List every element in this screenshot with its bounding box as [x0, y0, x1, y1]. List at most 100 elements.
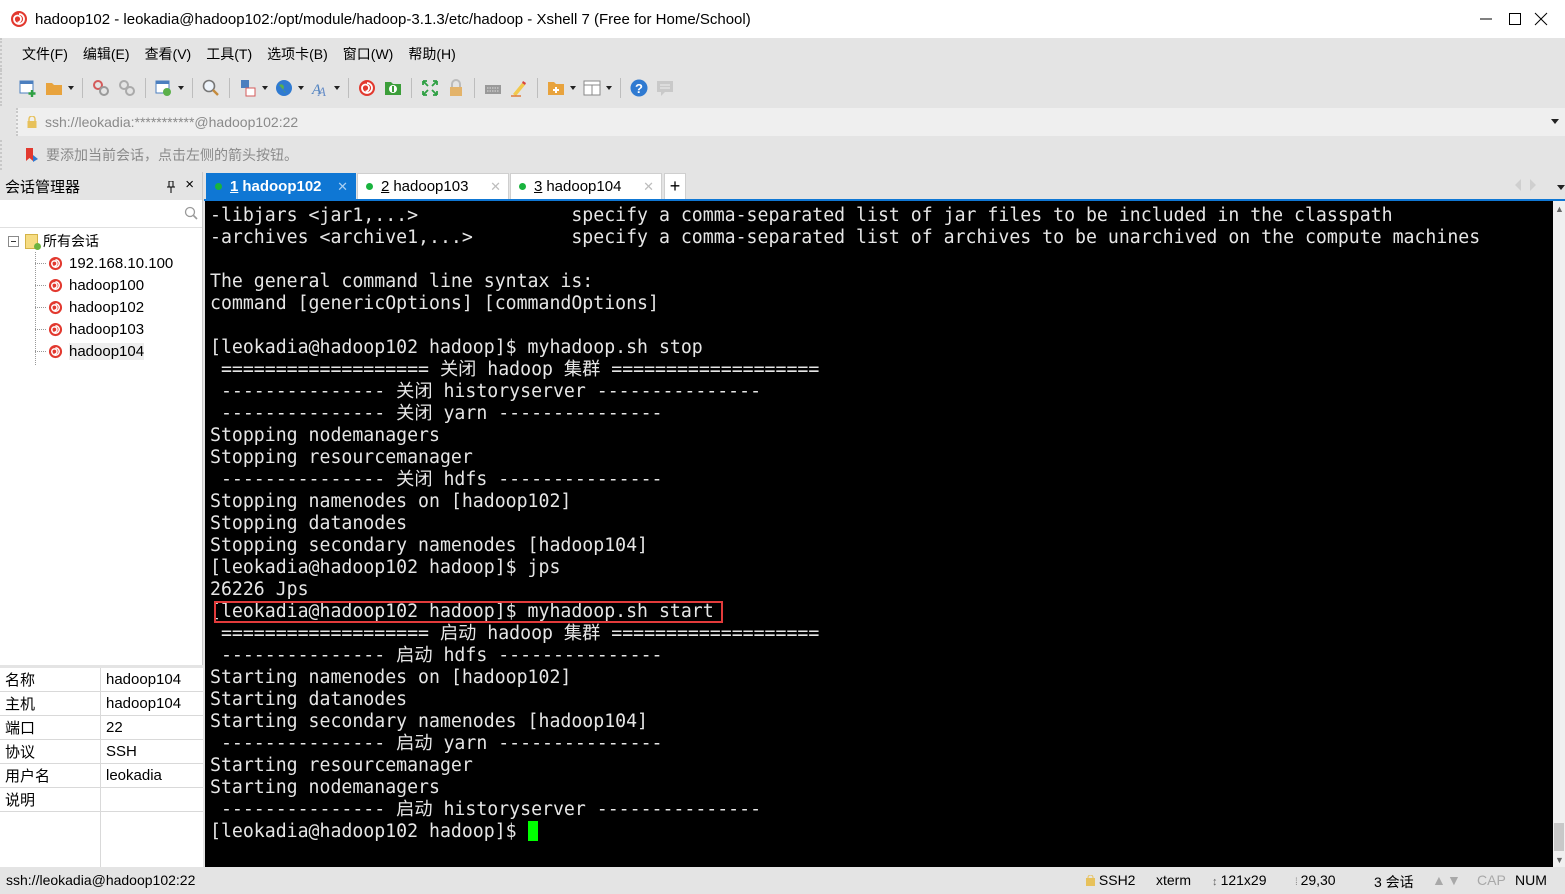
scroll-up-icon[interactable]: ▲: [1555, 204, 1564, 214]
font-button[interactable]: AA: [310, 78, 340, 98]
highlight-button[interactable]: [509, 78, 529, 98]
pin-icon[interactable]: [166, 181, 176, 193]
terminal-line: --------------- 关闭 historyserver -------…: [210, 381, 762, 402]
new-folder-icon: [548, 82, 564, 95]
status-size: ↕ 121x29: [1212, 872, 1267, 888]
transfer-button[interactable]: [238, 78, 268, 98]
session-item[interactable]: hadoop103: [0, 318, 202, 340]
property-key: 协议: [0, 740, 101, 763]
terminal-line: =================== 启动 hadoop 集群 =======…: [210, 623, 820, 644]
session-manager-close-icon[interactable]: ×: [185, 176, 194, 193]
menu-help[interactable]: 帮助(H): [408, 44, 455, 64]
status-cursor-pos: ⁞ 29,30: [1295, 872, 1336, 888]
property-row: 协议 SSH: [0, 740, 203, 764]
terminal-line: Stopping datanodes: [210, 513, 408, 534]
collapse-icon[interactable]: [8, 235, 19, 247]
tab-hadoop104[interactable]: 3 hadoop104 ✕: [510, 173, 662, 200]
folder-icon: [25, 233, 41, 250]
terminal-line: 26226 Jps: [210, 579, 309, 600]
tab-scroll-right-icon[interactable]: [1530, 179, 1536, 191]
tree-root-all-sessions[interactable]: 所有会话: [0, 230, 202, 252]
address-dropdown-icon[interactable]: [1551, 119, 1559, 124]
terminal-line: Starting secondary namenodes [hadoop104]: [210, 711, 648, 732]
session-icon: [48, 256, 63, 270]
globe-button[interactable]: [274, 78, 304, 98]
status-protocol: SSH2: [1086, 872, 1135, 888]
property-key: 主机: [0, 692, 101, 715]
session-item[interactable]: hadoop100: [0, 274, 202, 296]
session-search-input[interactable]: [0, 200, 202, 227]
xshell-button[interactable]: [357, 78, 377, 98]
status-term-type: xterm: [1156, 872, 1191, 888]
status-caps: CAP: [1477, 872, 1506, 888]
address-bar[interactable]: ssh://leokadia:***********@hadoop102:22: [16, 108, 1565, 136]
status-numlock: NUM: [1515, 872, 1547, 888]
keyboard-icon: [485, 85, 501, 94]
session-item-label: hadoop103: [69, 320, 145, 338]
status-protocol-label: SSH2: [1098, 872, 1136, 888]
terminal-line: Starting resourcemanager: [210, 755, 473, 776]
terminal-line: [leokadia@hadoop102 hadoop]$ myhadoop.sh…: [210, 337, 703, 358]
tab-close-icon[interactable]: ✕: [643, 179, 654, 195]
layout-button[interactable]: [582, 78, 612, 98]
tab-close-icon[interactable]: ✕: [337, 179, 348, 195]
session-item-selected[interactable]: hadoop104: [0, 340, 202, 362]
menu-view[interactable]: 查看(V): [145, 44, 192, 64]
search-icon[interactable]: [184, 206, 198, 220]
xftp-button[interactable]: [383, 78, 403, 98]
status-bar: ssh://leokadia@hadoop102:22 SSH2 xterm ↕…: [0, 867, 1565, 894]
terminal-line: Stopping secondary namenodes [hadoop104]: [210, 535, 648, 556]
lock-button[interactable]: [446, 78, 466, 98]
tab-scroll-left-icon[interactable]: [1515, 179, 1521, 191]
reconnect-button[interactable]: [91, 78, 111, 98]
search-icon: [202, 79, 219, 96]
terminal-line: --------------- 启动 hdfs ---------------: [210, 645, 663, 666]
scroll-down-icon[interactable]: ▼: [1555, 855, 1564, 865]
add-session-arrow-icon[interactable]: [24, 147, 40, 163]
address-value[interactable]: ssh://leokadia:***********@hadoop102:22: [45, 114, 298, 130]
menu-edit[interactable]: 编辑(E): [83, 44, 130, 64]
terminal-line: command [genericOptions] [commandOptions…: [210, 293, 659, 314]
property-key: 名称: [0, 668, 101, 691]
terminal-line: Starting namenodes on [hadoop102]: [210, 667, 572, 688]
session-item[interactable]: hadoop102: [0, 296, 202, 318]
transfer-icon: [241, 80, 256, 97]
open-button[interactable]: [44, 78, 74, 98]
close-button[interactable]: [1516, 0, 1565, 38]
keyboard-button[interactable]: [483, 78, 503, 98]
tab-hadoop103[interactable]: 2 hadoop103 ✕: [357, 173, 509, 200]
new-session-button[interactable]: [18, 78, 38, 98]
disconnect-button[interactable]: [117, 78, 137, 98]
tab-list-dropdown-icon[interactable]: [1557, 185, 1565, 190]
new-folder-button[interactable]: [546, 78, 576, 98]
help-button[interactable]: ?: [629, 78, 649, 98]
property-value: leokadia: [106, 767, 162, 784]
lock-icon: [1086, 874, 1095, 886]
terminal[interactable]: -libjars <jar1,...> specify a comma-sepa…: [205, 201, 1553, 867]
tab-hadoop102[interactable]: 1 hadoop102 ✕: [206, 173, 356, 200]
tab-number: 2: [381, 178, 390, 195]
session-item-label: hadoop104: [69, 342, 145, 360]
fullscreen-button[interactable]: [420, 78, 440, 98]
layout-icon: [583, 80, 601, 96]
toolbar: AA ?: [0, 70, 1565, 106]
property-row: 名称 hadoop104: [0, 668, 203, 692]
session-item-label: hadoop102: [69, 298, 145, 316]
find-button[interactable]: [201, 78, 221, 98]
scrollbar-thumb[interactable]: [1554, 823, 1564, 851]
new-tab-button[interactable]: +: [664, 173, 686, 200]
property-row: 端口 22: [0, 716, 203, 740]
menu-window[interactable]: 窗口(W): [343, 44, 394, 64]
lock-icon: [27, 116, 37, 128]
menu-tools[interactable]: 工具(T): [206, 44, 252, 64]
tab-close-icon[interactable]: ✕: [490, 179, 501, 195]
menu-tab[interactable]: 选项卡(B): [267, 44, 328, 64]
session-properties-panel: 名称 hadoop104 主机 hadoop104 端口 22 协议 SSH 用…: [0, 665, 203, 868]
terminal-scrollbar[interactable]: ▲ ▼: [1553, 201, 1565, 867]
chat-button[interactable]: [655, 78, 675, 98]
session-item[interactable]: 192.168.10.100: [0, 252, 202, 274]
menu-file[interactable]: 文件(F): [22, 44, 68, 64]
properties-button[interactable]: [154, 78, 184, 98]
session-search[interactable]: [0, 200, 202, 228]
